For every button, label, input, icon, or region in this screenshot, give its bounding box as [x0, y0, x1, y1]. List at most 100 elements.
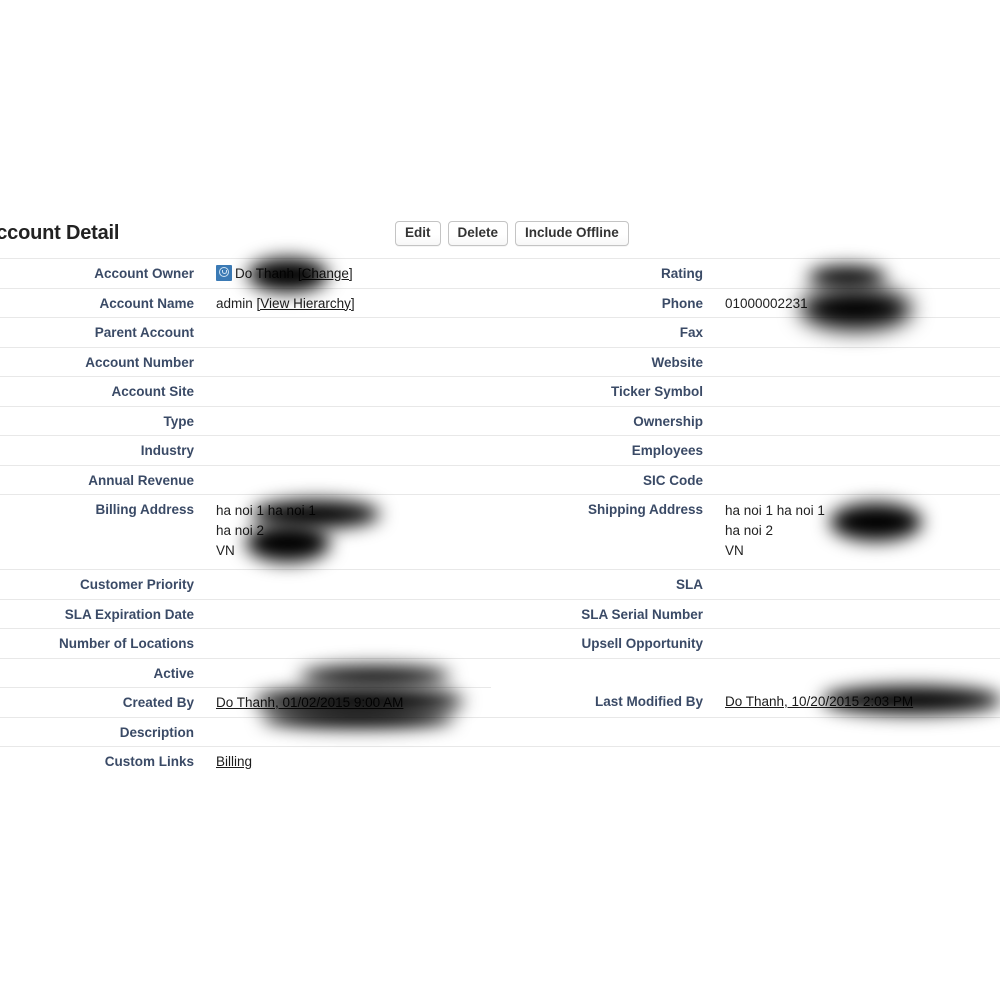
field-last-modified-by: Last Modified By Do Thanh, 10/20/2015 2:…	[491, 687, 1000, 717]
field-value: Do Thanh, 10/20/2015 2:03 PM	[703, 687, 1000, 710]
table-row: Account Name admin [View Hierarchy] Phon…	[0, 287, 1000, 318]
field-value: ha noi 1 ha noi 1 ha noi 2 VN	[194, 495, 491, 569]
field-value	[194, 629, 491, 652]
field-custom-links: Custom Links Billing	[0, 747, 491, 776]
field-label: SIC Code	[642, 472, 703, 488]
field-label: Industry	[140, 443, 194, 458]
field-label: Created By	[122, 695, 194, 710]
delete-button[interactable]: Delete	[447, 221, 509, 246]
account-owner-name: Do Thanh	[235, 266, 295, 281]
field-label: Rating	[661, 266, 703, 281]
field-empty-right	[491, 718, 1000, 747]
field-value: Do Thanh, 01/02/2015 9:00 AM	[194, 688, 491, 711]
field-industry: Industry	[0, 436, 491, 465]
field-label: Account Owner	[94, 266, 194, 281]
field-label: Last Modified By	[594, 694, 703, 709]
field-value	[194, 318, 491, 341]
include-offline-button[interactable]: Include Offline	[515, 221, 629, 246]
view-hierarchy-link[interactable]: [View Hierarchy]	[257, 296, 355, 311]
field-value	[703, 377, 1000, 400]
field-empty-right	[491, 659, 1000, 688]
table-row: Number of Locations Upsell Opportunity	[0, 628, 1000, 658]
field-value	[194, 570, 491, 593]
field-sla-expiration-date: SLA Expiration Date	[0, 600, 491, 629]
field-empty-right	[491, 747, 1000, 776]
field-account-name: Account Name admin [View Hierarchy]	[0, 289, 491, 318]
field-annual-revenue: Annual Revenue	[0, 466, 491, 495]
field-value: ha noi 1 ha noi 1 ha noi 2 VN	[703, 495, 1000, 569]
field-sla-serial-number: SLA Serial Number	[491, 600, 1000, 629]
field-value	[703, 629, 1000, 652]
field-value	[703, 600, 1000, 623]
field-website: Website	[491, 348, 1000, 377]
field-value	[703, 407, 1000, 430]
field-label: Customer Priority	[79, 577, 194, 592]
table-row: Created By Do Thanh, 01/02/2015 9:00 AM …	[0, 687, 1000, 717]
table-row: Custom Links Billing	[0, 746, 1000, 776]
field-value: Do Thanh [Change]	[194, 259, 491, 282]
field-account-site: Account Site	[0, 377, 491, 406]
table-row: Parent Account Fax	[0, 317, 1000, 347]
field-value	[194, 659, 491, 682]
field-value	[194, 718, 491, 741]
field-label: Shipping Address	[587, 502, 703, 517]
panel-header: Account Detail Edit Delete Include Offli…	[0, 221, 1000, 258]
field-account-owner: Account Owner Do Thanh [Change]	[0, 259, 491, 288]
field-value	[194, 436, 491, 459]
field-value	[703, 436, 1000, 459]
edit-button[interactable]: Edit	[395, 221, 441, 246]
field-number-of-locations: Number of Locations	[0, 629, 491, 658]
shipping-address-line2: ha noi 2	[725, 523, 774, 538]
field-value	[194, 600, 491, 623]
field-billing-address: Billing Address ha noi 1 ha noi 1 ha noi…	[0, 495, 491, 569]
table-row: Account Site Ticker Symbol	[0, 376, 1000, 406]
field-label: Number of Locations	[58, 636, 194, 651]
field-sic-code: SIC Code	[491, 466, 1000, 495]
table-row: Industry Employees	[0, 435, 1000, 465]
field-label: Description	[119, 724, 194, 740]
account-detail-panel: Account Detail Edit Delete Include Offli…	[0, 221, 1000, 776]
field-value	[194, 348, 491, 371]
field-label: Upsell Opportunity	[581, 636, 704, 651]
table-row: Description	[0, 716, 1000, 747]
field-label: Ownership	[633, 413, 703, 429]
field-label: SLA	[676, 577, 703, 592]
field-employees: Employees	[491, 436, 1000, 465]
field-label: Type	[163, 413, 194, 429]
field-label: Employees	[631, 443, 703, 458]
table-row: SLA Expiration Date SLA Serial Number	[0, 598, 1000, 629]
field-created-by: Created By Do Thanh, 01/02/2015 9:00 AM	[0, 687, 491, 717]
field-type: Type	[0, 407, 491, 436]
field-label: Account Site	[111, 384, 194, 399]
field-label: Billing Address	[95, 502, 194, 517]
field-label: Parent Account	[94, 325, 194, 340]
field-label: Website	[651, 354, 703, 370]
field-value	[194, 407, 491, 430]
field-ticker-symbol: Ticker Symbol	[491, 377, 1000, 406]
field-value	[703, 259, 1000, 282]
field-phone: Phone 01000002231	[491, 289, 1000, 318]
field-value: admin [View Hierarchy]	[194, 289, 491, 312]
table-row: Billing Address ha noi 1 ha noi 1 ha noi…	[0, 494, 1000, 569]
table-row: Annual Revenue SIC Code	[0, 464, 1000, 495]
field-value	[703, 318, 1000, 341]
field-value	[703, 348, 1000, 371]
page-title: Account Detail	[0, 222, 120, 244]
field-fax: Fax	[491, 318, 1000, 347]
last-modified-by-link[interactable]: Do Thanh, 10/20/2015 2:03 PM	[725, 694, 913, 709]
field-rating: Rating	[491, 259, 1000, 288]
field-label: Active	[153, 665, 194, 681]
field-label: Account Number	[85, 354, 194, 370]
change-owner-link[interactable]: [Change]	[298, 266, 353, 281]
field-description: Description	[0, 718, 491, 747]
table-row: Active	[0, 657, 1000, 688]
billing-link[interactable]: Billing	[216, 754, 252, 769]
table-row: Type Ownership	[0, 405, 1000, 436]
field-label: Fax	[679, 325, 703, 340]
table-row: Account Owner Do Thanh [Change] Rating	[0, 258, 1000, 288]
action-button-bar: Edit Delete Include Offline	[395, 221, 629, 246]
billing-address-line1: ha noi 1 ha noi 1	[216, 503, 316, 518]
field-label: Phone	[661, 295, 703, 311]
user-avatar-icon	[216, 265, 232, 281]
created-by-link[interactable]: Do Thanh, 01/02/2015 9:00 AM	[216, 695, 403, 710]
